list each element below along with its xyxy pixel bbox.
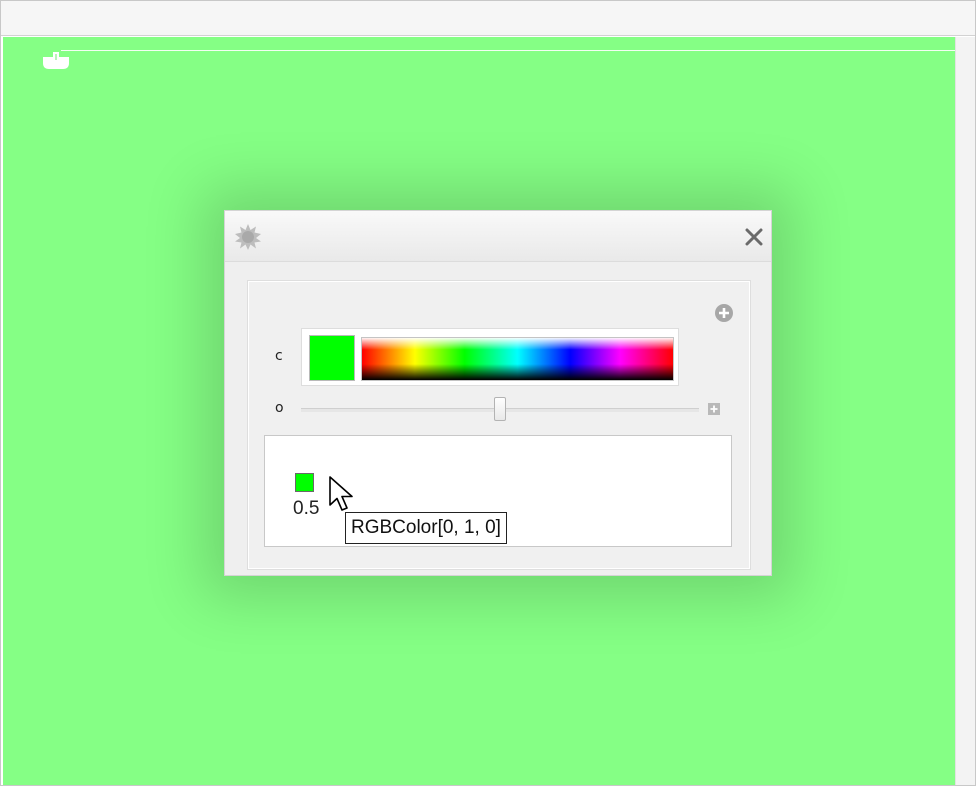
- panel-title-bar: [225, 211, 771, 262]
- opacity-control-label: o: [275, 400, 284, 416]
- selected-color-swatch[interactable]: [309, 335, 355, 381]
- notebook-window: c o 0.5 RGBColor[0, 1, 0]: [0, 0, 976, 786]
- cursor-icon: [329, 476, 353, 511]
- right-scroll-strip[interactable]: [955, 37, 975, 785]
- cell-bracket-line: [61, 50, 955, 51]
- output-value: 0.5: [293, 498, 320, 519]
- output-color-swatch[interactable]: [295, 473, 314, 492]
- expand-icon[interactable]: [707, 402, 721, 416]
- close-icon[interactable]: [744, 227, 764, 247]
- color-spectrum[interactable]: [361, 337, 674, 381]
- cell-icon[interactable]: [40, 49, 72, 71]
- gear-icon[interactable]: [233, 222, 263, 252]
- color-control-label: c: [275, 348, 283, 364]
- color-picker[interactable]: [301, 328, 679, 386]
- add-icon[interactable]: [713, 302, 735, 324]
- opacity-slider[interactable]: [301, 397, 699, 421]
- slider-thumb[interactable]: [494, 397, 506, 421]
- top-toolbar: [1, 1, 975, 36]
- color-tooltip: RGBColor[0, 1, 0]: [345, 512, 507, 544]
